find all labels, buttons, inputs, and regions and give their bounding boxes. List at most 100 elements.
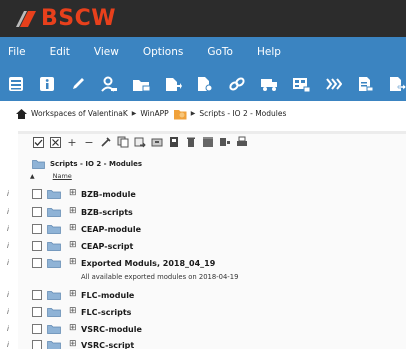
new-doc-icon[interactable] xyxy=(196,74,214,94)
expand-icon[interactable]: ⊞ xyxy=(69,257,77,267)
bscw-logo[interactable]: BSCW xyxy=(16,6,116,31)
info-icon[interactable] xyxy=(39,74,56,94)
folder-icon xyxy=(47,259,61,268)
row-checkbox[interactable] xyxy=(32,324,42,334)
item-name[interactable]: Exported Moduls, 2018_04_19 xyxy=(81,259,215,268)
item-name[interactable]: FLC-module xyxy=(81,291,134,300)
list-item: i ⊞ FLC-scripts xyxy=(0,303,406,321)
list-item: i ⊞ CEAP-module xyxy=(0,220,406,238)
row-checkbox[interactable] xyxy=(32,258,42,268)
folder-header: Scripts - IO 2 - Modules xyxy=(32,157,406,171)
item-name[interactable]: CEAP-module xyxy=(81,225,141,234)
item-name[interactable]: FLC-scripts xyxy=(81,308,131,317)
cut-icon[interactable] xyxy=(168,136,180,148)
row-checkbox[interactable] xyxy=(32,189,42,199)
document-arrow-icon[interactable] xyxy=(388,74,406,94)
breadcrumb-item-workspaces[interactable]: Workspaces of ValentinaK xyxy=(31,109,128,118)
column-header: ▲ Name xyxy=(30,172,72,180)
item-name[interactable]: BZB-scripts xyxy=(81,208,133,217)
move-icon[interactable] xyxy=(134,136,146,148)
pencil-icon[interactable] xyxy=(69,74,86,94)
info-icon[interactable]: i xyxy=(7,242,9,250)
item-name[interactable]: CEAP-script xyxy=(81,242,133,251)
stream-icon[interactable] xyxy=(324,74,343,94)
folder-move-icon[interactable] xyxy=(132,74,151,94)
menu-help[interactable]: Help xyxy=(257,46,281,58)
folder-icon xyxy=(47,308,61,317)
info-icon[interactable]: i xyxy=(7,341,9,349)
folder-icon xyxy=(47,242,61,251)
name-column-header[interactable]: Name xyxy=(53,172,72,180)
action-toolbar: + − xyxy=(32,136,248,149)
info-icon[interactable]: i xyxy=(7,225,9,233)
info-icon[interactable]: i xyxy=(7,208,9,216)
sort-arrow-icon[interactable]: ▲ xyxy=(30,173,35,180)
row-checkbox[interactable] xyxy=(32,307,42,317)
document-icon[interactable] xyxy=(356,74,374,94)
menu-edit[interactable]: Edit xyxy=(50,46,70,58)
chevron-right-icon: ▶ xyxy=(190,110,196,117)
select-all-checkbox-icon[interactable] xyxy=(32,136,44,148)
info-icon[interactable]: i xyxy=(7,291,9,299)
list-icon[interactable] xyxy=(8,74,25,94)
logo-bar: BSCW xyxy=(0,0,406,37)
expand-icon[interactable]: ⊞ xyxy=(69,206,77,216)
delete-icon[interactable] xyxy=(185,136,197,148)
folder-icon xyxy=(47,225,61,234)
link-icon[interactable] xyxy=(228,74,246,94)
copy-icon[interactable] xyxy=(117,136,129,148)
breadcrumb-item-current[interactable]: Scripts - IO 2 - Modules xyxy=(199,109,286,118)
folder-icon xyxy=(32,160,45,169)
menu-options[interactable]: Options xyxy=(143,46,184,58)
expand-icon[interactable]: ⊞ xyxy=(69,306,77,316)
row-checkbox[interactable] xyxy=(32,207,42,217)
breadcrumb-item-winapp[interactable]: WinAPP xyxy=(140,109,168,118)
print-icon[interactable] xyxy=(236,136,248,148)
move-to-icon[interactable] xyxy=(164,74,183,94)
item-name[interactable]: VSRC-script xyxy=(81,341,134,349)
expand-icon[interactable]: ⊞ xyxy=(69,289,77,299)
item-name[interactable]: BZB-module xyxy=(81,190,136,199)
archive-icon[interactable] xyxy=(151,136,163,148)
collapse-all-icon[interactable]: − xyxy=(83,136,95,149)
row-checkbox[interactable] xyxy=(32,290,42,300)
item-name[interactable]: VSRC-module xyxy=(81,325,142,334)
row-checkbox[interactable] xyxy=(32,340,42,349)
row-checkbox[interactable] xyxy=(32,224,42,234)
menu-file[interactable]: File xyxy=(8,46,26,58)
tools-icon[interactable] xyxy=(100,136,112,148)
menu-view[interactable]: View xyxy=(94,46,119,58)
info-icon[interactable]: i xyxy=(7,325,9,333)
shared-folder-icon xyxy=(173,110,187,120)
expand-all-icon[interactable]: + xyxy=(66,136,78,149)
folder-icon xyxy=(47,341,61,349)
expand-icon[interactable]: ⊞ xyxy=(69,223,77,233)
logo-text: BSCW xyxy=(41,6,117,31)
expand-icon[interactable]: ⊞ xyxy=(69,188,77,198)
expand-icon[interactable]: ⊞ xyxy=(69,323,77,333)
users-icon[interactable] xyxy=(100,74,118,94)
list-item: i ⊞ FLC-module xyxy=(0,286,406,304)
expand-icon[interactable]: ⊞ xyxy=(69,339,77,349)
info-icon[interactable]: i xyxy=(7,308,9,316)
home-icon[interactable] xyxy=(16,108,27,119)
folder-icon xyxy=(47,325,61,334)
package-icon[interactable] xyxy=(202,136,214,148)
item-description-row: All available exported modules on 2018-0… xyxy=(0,268,406,286)
list-item: i ⊞ VSRC-script xyxy=(0,336,406,349)
breadcrumb-area: Workspaces of ValentinaK ▶ WinAPP ▶ Scri… xyxy=(0,101,406,127)
expand-icon[interactable]: ⊞ xyxy=(69,240,77,250)
folder-icon xyxy=(47,208,61,217)
list-item: i ⊞ BZB-module xyxy=(0,185,406,203)
info-icon[interactable]: i xyxy=(7,259,9,267)
deselect-checkbox-icon[interactable] xyxy=(49,136,61,148)
tag-icon[interactable] xyxy=(219,136,231,148)
breadcrumb: Workspaces of ValentinaK ▶ WinAPP ▶ Scri… xyxy=(16,107,286,120)
truck-icon[interactable] xyxy=(260,74,278,94)
content-divider xyxy=(18,131,406,134)
row-checkbox[interactable] xyxy=(32,241,42,251)
menu-goto[interactable]: GoTo xyxy=(207,46,233,58)
grid-icon[interactable] xyxy=(292,74,311,94)
folder-icon xyxy=(47,190,61,199)
info-icon[interactable]: i xyxy=(7,190,9,198)
